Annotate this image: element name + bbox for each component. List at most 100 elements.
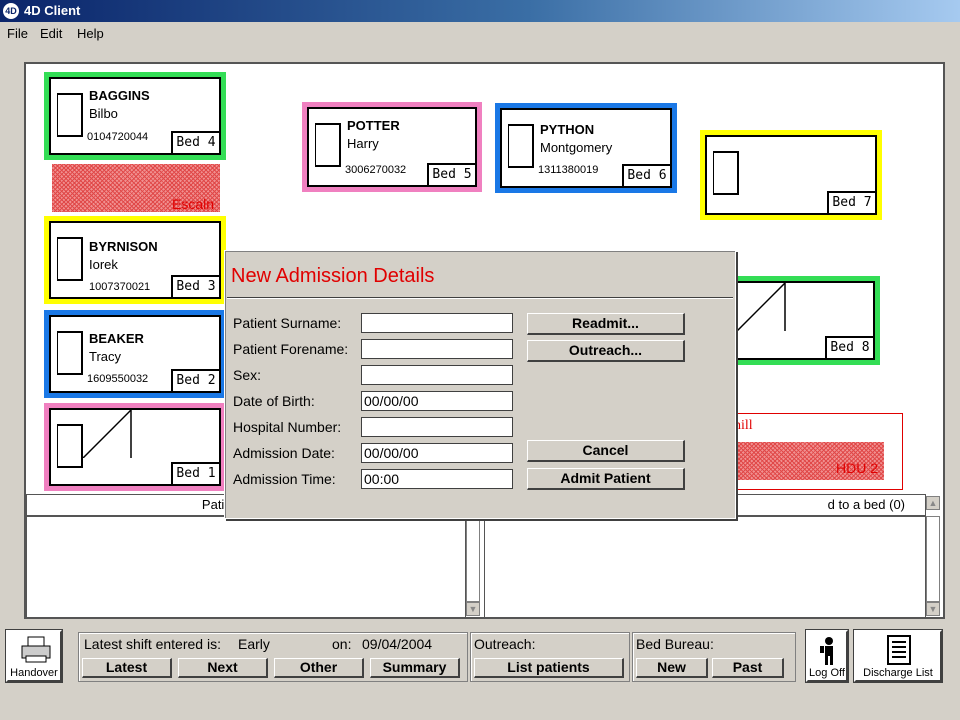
- forename-input[interactable]: [361, 339, 513, 359]
- discharge-list-button[interactable]: Discharge List: [853, 629, 943, 683]
- dialog-divider: [227, 297, 733, 299]
- dialog-title: New Admission Details: [231, 265, 435, 287]
- new-button[interactable]: New: [636, 658, 708, 678]
- bed-6-surname: PYTHON: [540, 122, 595, 137]
- bed-bureau-label: Bed Bureau:: [636, 636, 714, 652]
- sex-label: Sex:: [233, 367, 262, 383]
- bed-4-forename: Bilbo: [89, 106, 118, 121]
- forename-label: Patient Forename:: [233, 341, 349, 357]
- surname-label: Patient Surname:: [233, 315, 342, 331]
- left-patient-list[interactable]: [26, 516, 466, 618]
- menu-help[interactable]: Help: [77, 22, 104, 46]
- bed-6-label: Bed 6: [622, 164, 670, 186]
- admission-date-label: Admission Date:: [233, 445, 335, 461]
- admit-patient-button[interactable]: Admit Patient: [527, 468, 685, 490]
- bed-2-surname: BEAKER: [89, 331, 144, 346]
- next-button[interactable]: Next: [178, 658, 268, 678]
- pillow-icon: [57, 237, 83, 281]
- left-list-scrollbar[interactable]: [466, 516, 480, 602]
- bed-8-label: Bed 8: [825, 336, 873, 358]
- hdu-partial-label: hill: [734, 418, 753, 433]
- hospital-number-input[interactable]: [361, 417, 513, 437]
- bed-3[interactable]: BYRNISON Iorek 1007370021 Bed 3: [44, 216, 226, 304]
- bed-3-forename: Iorek: [89, 257, 118, 272]
- log-off-label: Log Off: [809, 667, 845, 679]
- escalation-label: Escaln: [172, 196, 215, 212]
- window-title: 4D Client: [24, 3, 81, 18]
- outreach-button[interactable]: Outreach...: [527, 340, 685, 362]
- dob-input[interactable]: 00/00/00: [361, 391, 513, 411]
- pillow-icon: [57, 331, 83, 375]
- bed-5-label: Bed 5: [427, 163, 475, 185]
- admission-time-input[interactable]: 00:00: [361, 469, 513, 489]
- printer-icon: [21, 636, 51, 663]
- pillow-icon: [57, 424, 83, 468]
- app-logo-icon: 4D: [3, 3, 19, 19]
- on-label: on:: [332, 636, 352, 652]
- bed-3-label: Bed 3: [171, 275, 219, 297]
- summary-button[interactable]: Summary: [370, 658, 460, 678]
- bottom-toolbar: Handover Latest shift entered is: Early …: [0, 622, 960, 720]
- latest-button[interactable]: Latest: [82, 658, 172, 678]
- bed-6-forename: Montgomery: [540, 140, 613, 155]
- bed-1-label: Bed 1: [171, 462, 219, 484]
- title-bar: 4D 4D Client: [0, 0, 960, 22]
- document-list-icon: [887, 635, 911, 665]
- right-list-scroll-down[interactable]: ▼: [926, 602, 940, 616]
- outreach-label: Outreach:: [474, 636, 536, 652]
- bed-5-forename: Harry: [347, 136, 379, 151]
- past-button[interactable]: Past: [712, 658, 784, 678]
- bed-5[interactable]: POTTER Harry 3006270032 Bed 5: [302, 102, 482, 192]
- bed-3-hospital-number: 1007370021: [89, 281, 151, 293]
- bed-4-hospital-number: 0104720044: [87, 131, 149, 143]
- discharge-list-label: Discharge List: [863, 667, 933, 679]
- bed-6[interactable]: PYTHON Montgomery 1311380019 Bed 6: [495, 103, 677, 193]
- bed-6-hospital-number: 1311380019: [538, 164, 599, 176]
- bed-3-surname: BYRNISON: [89, 239, 158, 254]
- right-list-scrollbar[interactable]: [926, 516, 940, 602]
- bed-2-hospital-number: 1609550032: [87, 373, 149, 385]
- hospital-number-label: Hospital Number:: [233, 419, 342, 435]
- new-admission-dialog: New Admission Details Patient Surname: P…: [224, 250, 736, 519]
- bed-5-hospital-number: 3006270032: [345, 164, 407, 176]
- pillow-icon: [713, 151, 739, 195]
- handover-label: Handover: [10, 667, 58, 679]
- bed-5-surname: POTTER: [347, 118, 400, 133]
- log-off-button[interactable]: Log Off: [805, 629, 849, 683]
- menu-edit[interactable]: Edit: [40, 22, 62, 46]
- bed-4[interactable]: BAGGINS Bilbo 0104720044 Bed 4: [44, 72, 226, 160]
- pillow-icon: [315, 123, 341, 167]
- admission-date-input[interactable]: 00/00/00: [361, 443, 513, 463]
- sex-input[interactable]: [361, 365, 513, 385]
- empty-bed-diagonal-icon: [737, 283, 786, 331]
- bed-2[interactable]: BEAKER Tracy 1609550032 Bed 2: [44, 310, 226, 398]
- pillow-icon: [57, 93, 83, 137]
- handover-button[interactable]: Handover: [5, 629, 63, 683]
- left-list-scroll-down[interactable]: ▼: [466, 602, 480, 616]
- readmit-button[interactable]: Readmit...: [527, 313, 685, 335]
- right-list-scroll-up[interactable]: ▲: [926, 496, 940, 510]
- hdu-2-label: HDU 2: [836, 460, 879, 476]
- bed-1[interactable]: Bed 1: [44, 403, 226, 491]
- admission-time-label: Admission Time:: [233, 471, 336, 487]
- pillow-icon: [508, 124, 534, 168]
- cancel-button[interactable]: Cancel: [527, 440, 685, 462]
- bed-4-surname: BAGGINS: [89, 88, 150, 103]
- bed-2-forename: Tracy: [89, 349, 122, 364]
- bed-2-label: Bed 2: [171, 369, 219, 391]
- other-button[interactable]: Other: [274, 658, 364, 678]
- bed-4-label: Bed 4: [171, 131, 219, 153]
- on-date-value: 09/04/2004: [362, 636, 433, 652]
- menu-bar: File Edit Help: [0, 22, 960, 46]
- bed-7[interactable]: Bed 7: [700, 130, 882, 220]
- surname-input[interactable]: [361, 313, 513, 333]
- right-patient-list[interactable]: [484, 516, 926, 618]
- shift-value: Early: [238, 636, 270, 652]
- bed-7-label: Bed 7: [827, 191, 875, 213]
- list-patients-button[interactable]: List patients: [474, 658, 624, 678]
- empty-bed-diagonal-icon: [83, 410, 132, 458]
- dob-label: Date of Birth:: [233, 393, 315, 409]
- menu-file[interactable]: File: [7, 22, 28, 46]
- person-door-icon: [820, 637, 833, 665]
- shift-label: Latest shift entered is:: [84, 636, 221, 652]
